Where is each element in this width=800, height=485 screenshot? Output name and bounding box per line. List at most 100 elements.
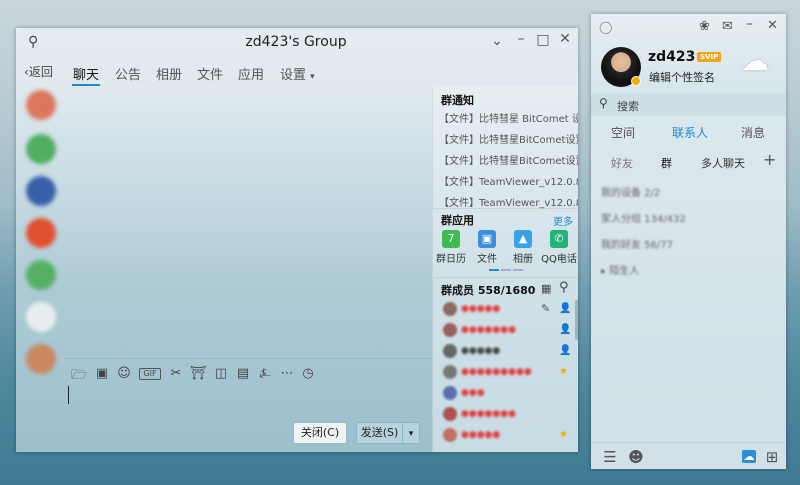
send-button[interactable]: 发送(S): [356, 422, 402, 444]
close-icon[interactable]: ✕: [556, 31, 574, 47]
members-title: 群成员 558/1680: [441, 284, 536, 297]
search-icon[interactable]: ⚲: [559, 280, 569, 295]
app-label: 文件: [477, 254, 497, 265]
online-status-icon[interactable]: [631, 76, 641, 86]
back-button[interactable]: ‹返回: [24, 63, 53, 80]
divider: [433, 208, 578, 209]
avatar: [443, 386, 457, 400]
signature[interactable]: 编辑个性签名: [649, 69, 715, 85]
avatar: [443, 302, 457, 316]
app-files[interactable]: ▣ 文件: [469, 230, 505, 265]
chat-avatar[interactable]: [26, 90, 56, 120]
gif-icon[interactable]: GIF: [139, 368, 161, 380]
image-icon[interactable]: ▣: [93, 366, 111, 381]
chevron-down-icon: ▾: [408, 429, 414, 439]
notice-item[interactable]: 【文件】比特彗星BitComet设置...: [439, 152, 578, 167]
phone-icon: ✆: [550, 230, 568, 248]
chat-avatar[interactable]: [26, 260, 56, 290]
chat-avatar[interactable]: [26, 134, 56, 164]
app-label: 相册: [513, 254, 533, 265]
tab-messages[interactable]: 消息: [741, 124, 765, 141]
username: zd423: [648, 49, 696, 65]
gift-icon[interactable]: ◫: [212, 366, 230, 381]
member-name: ●●●●●●●●●: [461, 367, 532, 377]
app-label: 群日历: [436, 254, 466, 265]
search-bar[interactable]: ⚲ 搜索: [591, 94, 786, 116]
minimize-icon[interactable]: –: [746, 16, 753, 32]
mail-icon[interactable]: ✉: [722, 19, 733, 34]
member-list-scrollbar[interactable]: [575, 300, 578, 340]
sub-tab-friends[interactable]: 好友: [611, 155, 633, 171]
notice-item[interactable]: 【文件】比特彗星 BitComet 设置...: [439, 110, 578, 125]
qq-logo-icon: ◯: [599, 20, 613, 34]
app-qq-call[interactable]: ✆ QQ电话: [541, 230, 577, 265]
member-role-icon: 👤: [559, 303, 572, 314]
member-row[interactable]: ●●●●● 👤: [439, 342, 578, 362]
app-group-calendar[interactable]: 7 群日历: [433, 230, 469, 265]
weather-icon[interactable]: ☁: [741, 44, 769, 77]
tab-qzone[interactable]: 空间: [611, 124, 635, 141]
tab-album[interactable]: 相册: [156, 64, 182, 83]
member-name: ●●●●●: [461, 346, 501, 356]
close-button[interactable]: 关闭(C): [293, 422, 347, 444]
chat-avatar[interactable]: [26, 176, 56, 206]
scissors-icon[interactable]: ✂: [167, 366, 185, 381]
contact-group[interactable]: 我的好友 56/77: [601, 236, 673, 251]
notice-item[interactable]: 【文件】TeamViewer_v12.0.884...: [439, 194, 578, 209]
close-icon[interactable]: ✕: [767, 18, 778, 33]
avatar: [443, 344, 457, 358]
chat-avatar[interactable]: [26, 302, 56, 332]
tab-announcement[interactable]: 公告: [115, 64, 141, 83]
member-row[interactable]: ●●●●●●●: [439, 405, 578, 425]
apps-more-link[interactable]: 更多: [553, 213, 573, 228]
contact-group[interactable]: 我的设备 2/2: [601, 184, 660, 199]
tab-contacts[interactable]: 联系人: [672, 124, 708, 141]
member-row[interactable]: ●●●●●●● 👤: [439, 321, 578, 341]
avatar: [443, 323, 457, 337]
menu-icon[interactable]: ☰: [601, 448, 619, 466]
contact-group[interactable]: ▸ 陌生人: [601, 262, 639, 277]
send-options-dropdown[interactable]: ▾: [402, 422, 420, 444]
member-row[interactable]: ●●●●● ★: [439, 426, 578, 446]
search-icon[interactable]: ⚲: [28, 34, 38, 50]
message-area[interactable]: [64, 86, 432, 386]
member-row[interactable]: ●●●●●●●●● ★: [439, 363, 578, 383]
bell-icon[interactable]: ⍼: [256, 366, 274, 381]
emoji-icon[interactable]: ☺: [115, 366, 133, 381]
document-icon[interactable]: ▤: [234, 366, 252, 381]
grid-icon[interactable]: ⊞: [763, 448, 781, 466]
calendar-icon: 7: [442, 230, 460, 248]
tab-settings[interactable]: 设置 ▾: [280, 64, 315, 83]
add-icon[interactable]: +: [763, 150, 776, 169]
tab-chat[interactable]: 聊天: [73, 64, 99, 83]
history-icon[interactable]: ◷: [299, 366, 317, 381]
shop-icon[interactable]: ⛩: [189, 366, 207, 381]
member-settings-icon[interactable]: ▦: [541, 282, 551, 295]
chevron-down-icon[interactable]: ⌄: [488, 33, 506, 49]
minimize-icon[interactable]: –: [512, 31, 530, 47]
chat-avatar[interactable]: [26, 218, 56, 248]
sub-tab-multichat[interactable]: 多人聊天: [701, 155, 745, 171]
member-row[interactable]: ●●●: [439, 384, 578, 404]
sub-tab-groups[interactable]: 群: [661, 155, 672, 171]
app-album[interactable]: ▲ 相册: [505, 230, 541, 265]
tab-apps[interactable]: 应用: [238, 64, 264, 83]
message-input[interactable]: [64, 384, 432, 416]
tab-files[interactable]: 文件: [197, 64, 223, 83]
member-role-icon: 👤: [559, 324, 572, 335]
back-label: 返回: [28, 65, 53, 79]
member-row[interactable]: ●●●●● 👤: [439, 300, 578, 320]
notice-item[interactable]: 【文件】TeamViewer_v12.0.884...: [439, 173, 578, 188]
folder-icon: ▣: [478, 230, 496, 248]
more-icon[interactable]: ⋯: [278, 366, 296, 381]
member-role-icon: 👤: [559, 345, 572, 356]
maximize-icon[interactable]: □: [534, 32, 552, 48]
skin-icon[interactable]: ❀: [699, 19, 710, 34]
app-manager-icon[interactable]: ☁: [742, 450, 756, 463]
vip-badge[interactable]: SVIP: [697, 52, 722, 62]
contact-group[interactable]: 家人分组 134/432: [601, 210, 686, 225]
member-name: ●●●●●●●: [461, 325, 516, 335]
notice-item[interactable]: 【文件】比特彗星BitComet设置...: [439, 131, 578, 146]
add-contact-icon[interactable]: ☻: [627, 448, 645, 466]
chat-avatar[interactable]: [26, 344, 56, 374]
